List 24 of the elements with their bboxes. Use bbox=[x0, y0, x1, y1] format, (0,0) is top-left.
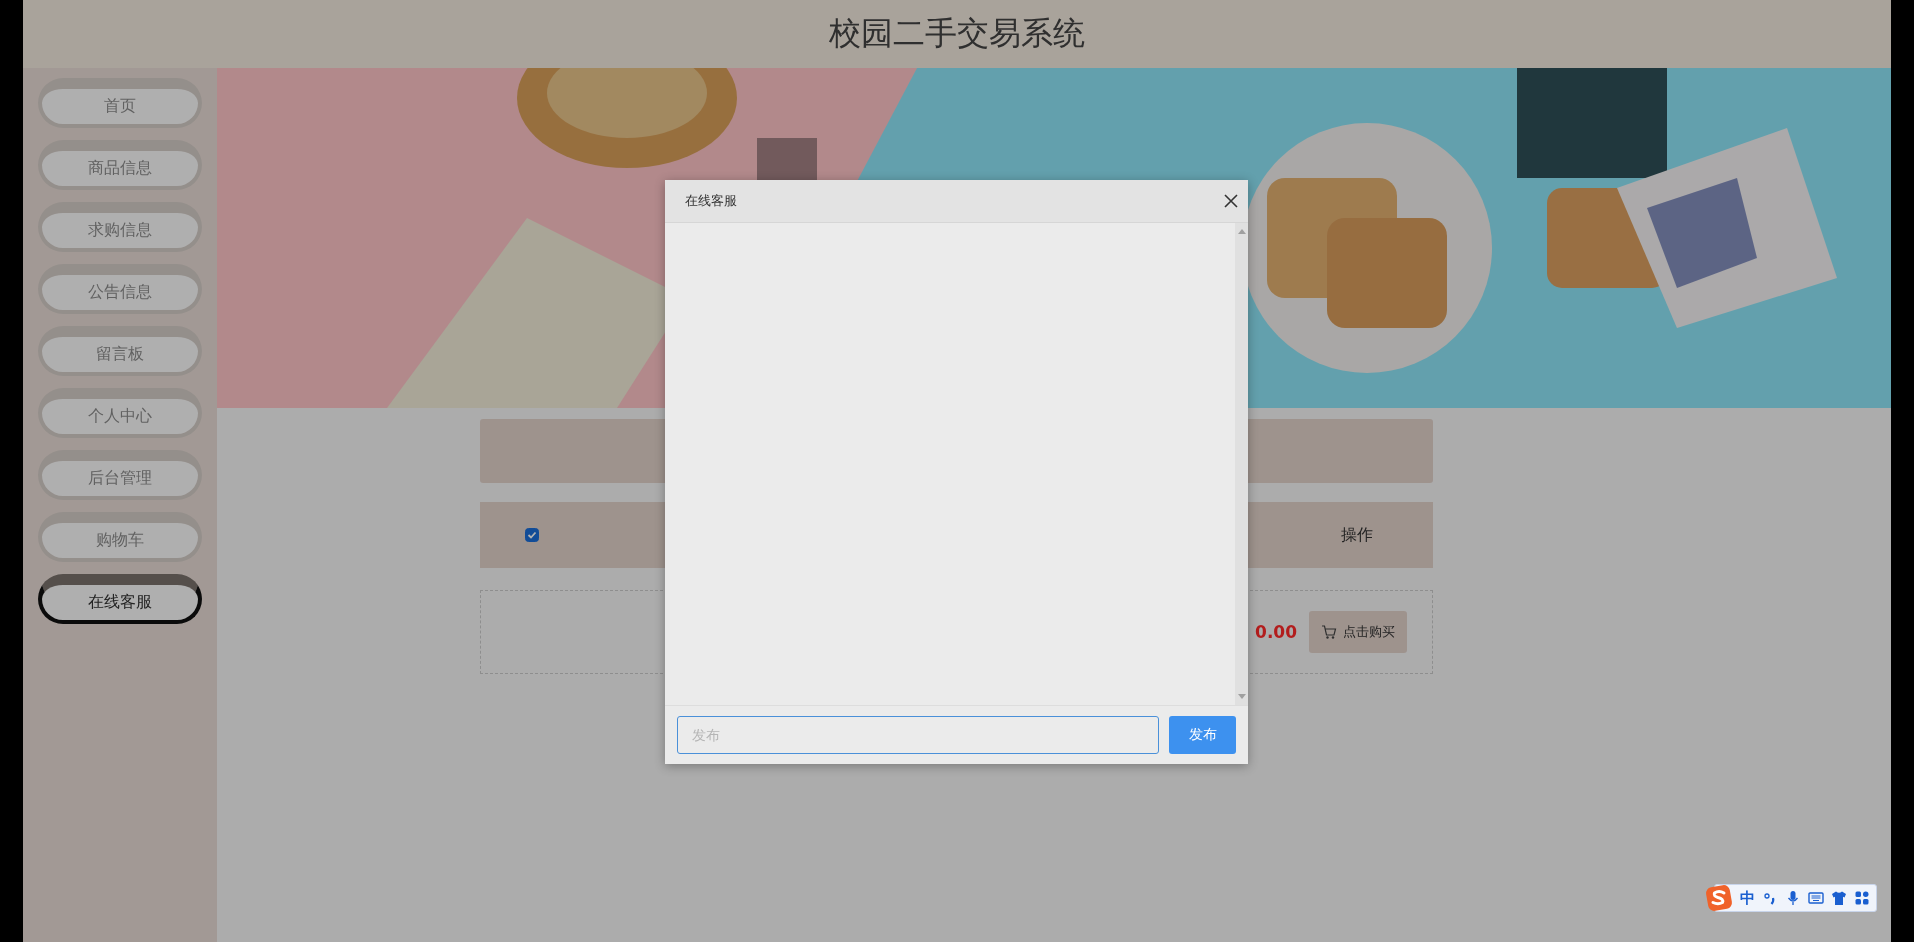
nav-item[interactable]: 购物车 bbox=[38, 512, 202, 562]
close-icon[interactable] bbox=[1224, 194, 1238, 208]
nav-item[interactable]: 求购信息 bbox=[38, 202, 202, 252]
microphone-icon[interactable] bbox=[1785, 890, 1801, 906]
select-all-checkbox[interactable] bbox=[525, 528, 539, 542]
nav-item[interactable]: 后台管理 bbox=[38, 450, 202, 500]
nav-item[interactable]: 留言板 bbox=[38, 326, 202, 376]
keyboard-icon[interactable] bbox=[1808, 890, 1824, 906]
nav-item[interactable]: 个人中心 bbox=[38, 388, 202, 438]
send-button[interactable]: 发布 bbox=[1169, 716, 1236, 754]
nav-item[interactable]: 公告信息 bbox=[38, 264, 202, 314]
ime-logo-icon[interactable] bbox=[1705, 884, 1733, 912]
nav-item[interactable]: 在线客服 bbox=[38, 574, 202, 624]
nav-item[interactable]: 首页 bbox=[38, 78, 202, 128]
shirt-icon[interactable] bbox=[1831, 890, 1847, 906]
column-header: 操作 bbox=[1341, 524, 1373, 546]
buy-button[interactable]: 点击购买 bbox=[1309, 611, 1407, 653]
price: 0.00 bbox=[1255, 622, 1297, 642]
cart-icon bbox=[1321, 624, 1337, 640]
grid-icon[interactable] bbox=[1854, 890, 1870, 906]
dialog-title: 在线客服 bbox=[685, 192, 737, 210]
nav-item[interactable]: 商品信息 bbox=[38, 140, 202, 190]
site-title: 校园二手交易系统 bbox=[829, 13, 1085, 54]
input-mode[interactable]: 中 bbox=[1740, 888, 1755, 908]
